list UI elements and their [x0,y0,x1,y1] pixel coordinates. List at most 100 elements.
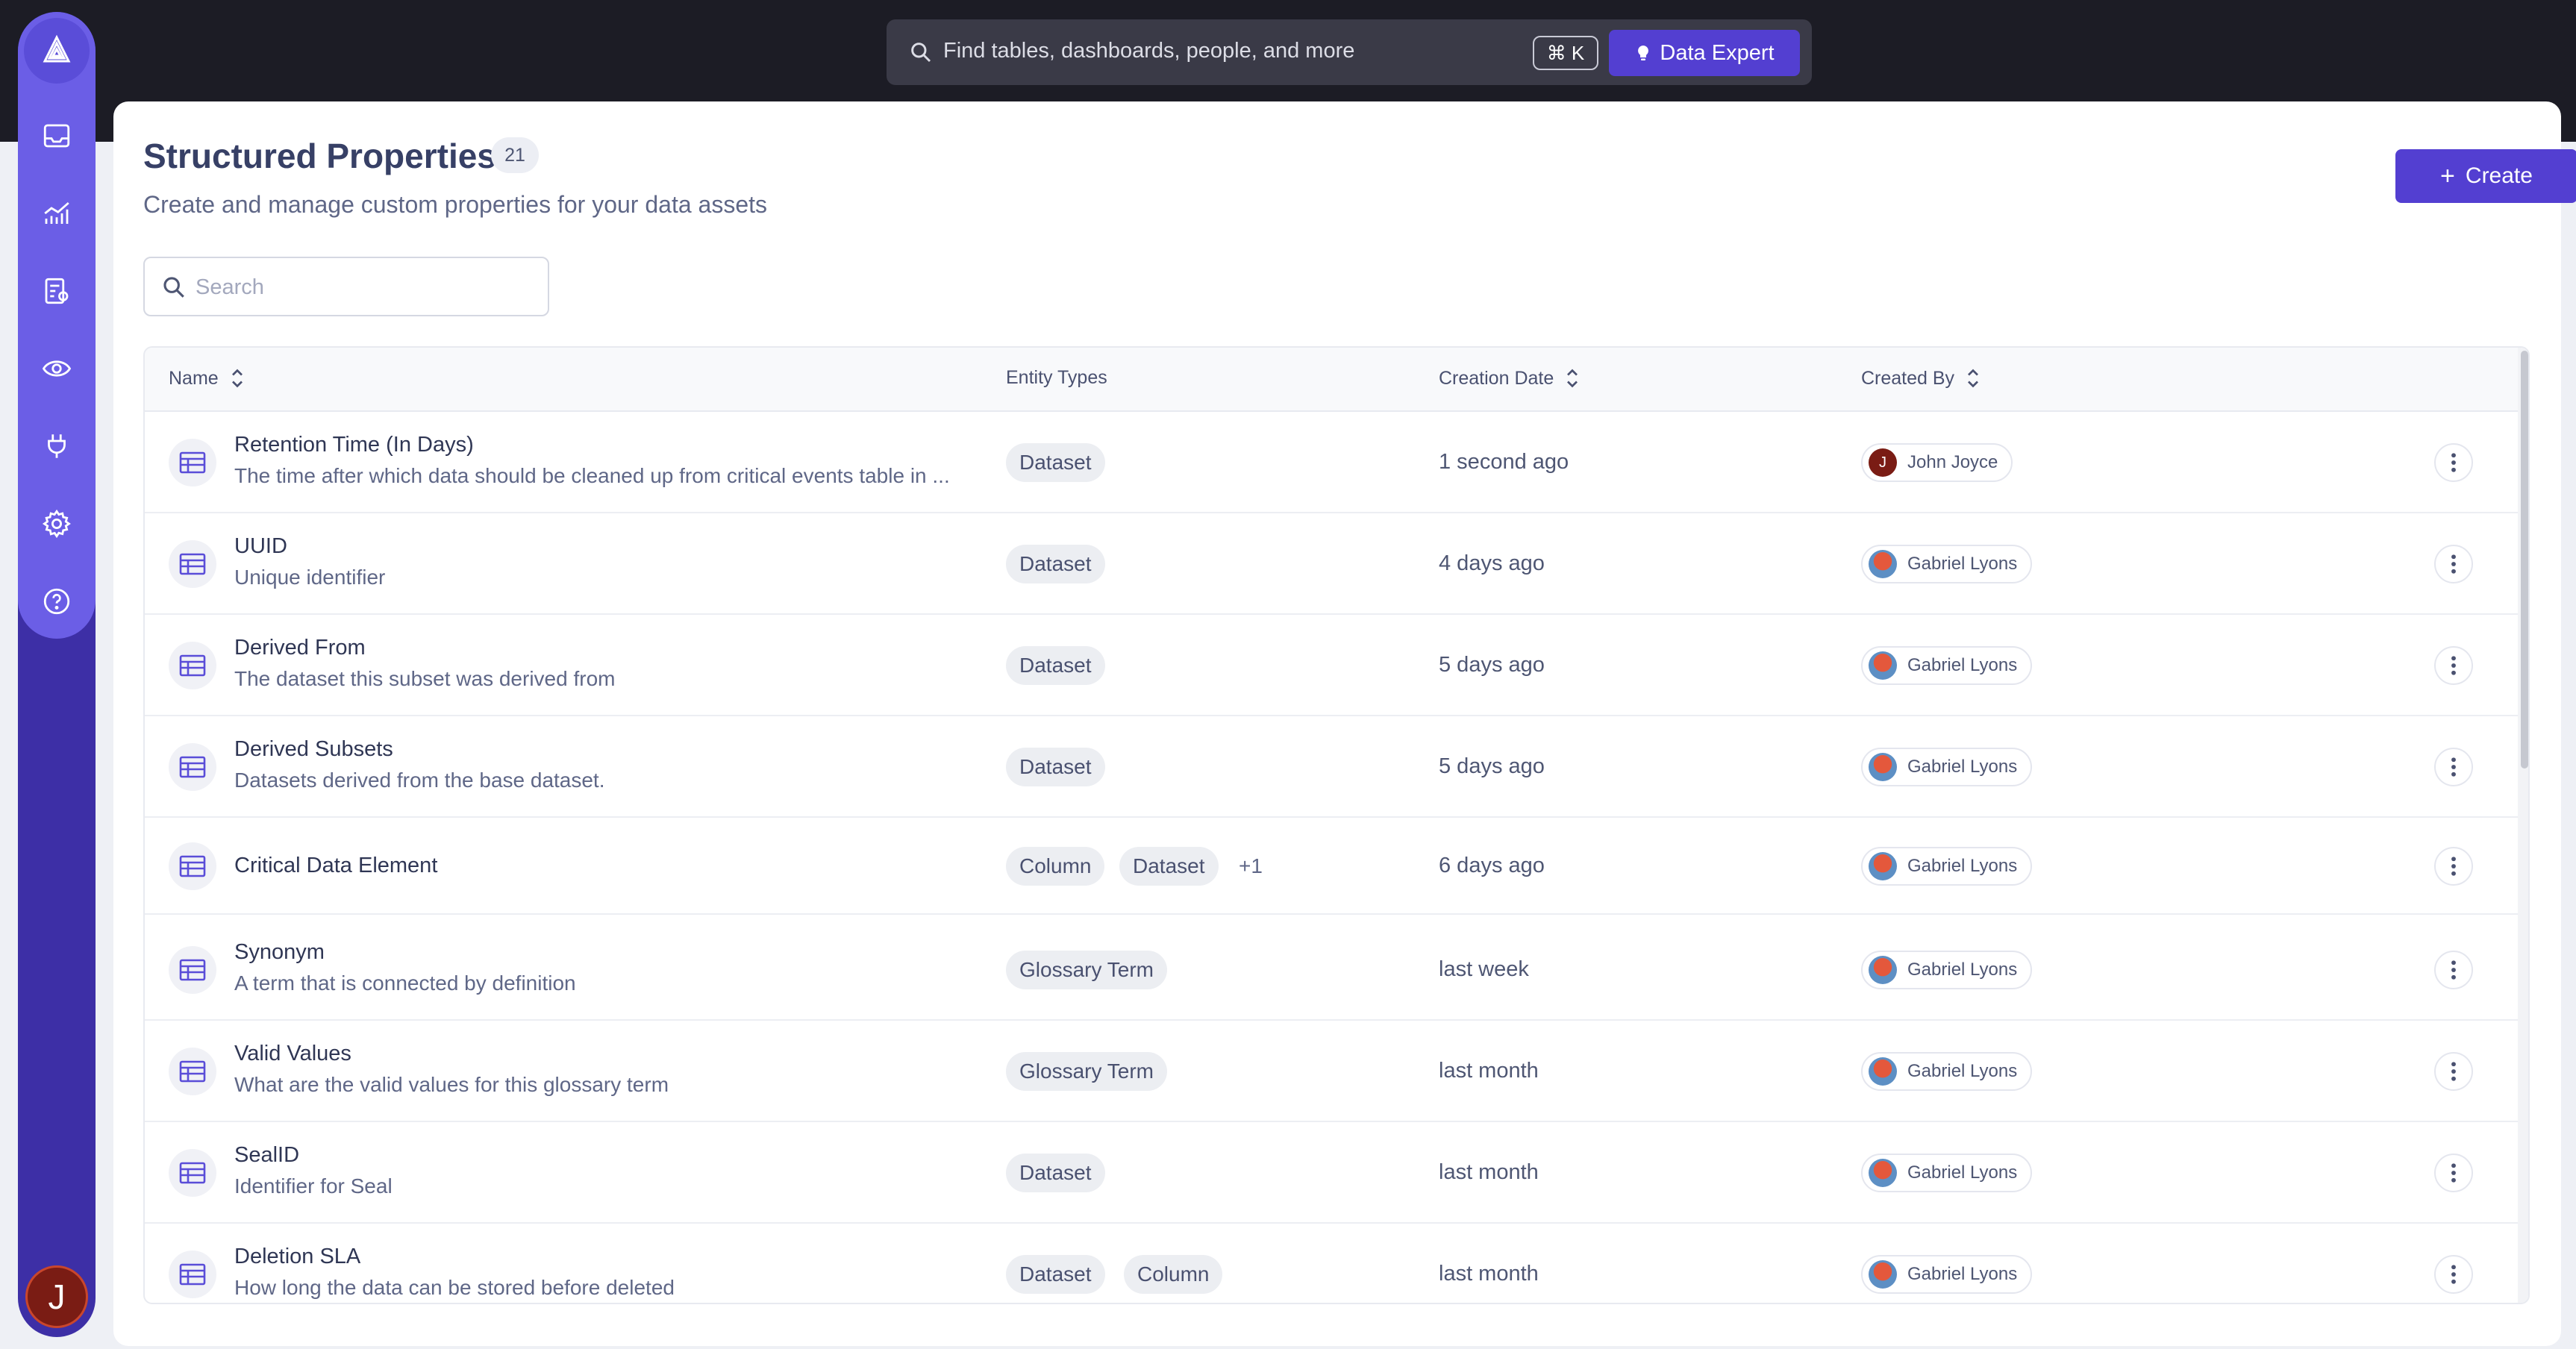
column-header-creation-date[interactable]: Creation Date [1439,367,1581,389]
table-row[interactable]: A term that is connected by definition Sy… [145,919,2518,1021]
user-avatar [1869,1260,1897,1289]
global-search-bar[interactable]: Find tables, dashboards, people, and mor… [887,19,1812,85]
observe-eye-icon[interactable] [33,345,81,392]
table-row[interactable]: Critical Data Element Column Dataset +1 6 da… [145,818,2518,915]
entity-type-chip: Glossary Term [1006,951,1167,989]
analytics-chart-icon[interactable] [33,190,81,237]
ingestion-plug-icon[interactable] [33,422,81,470]
created-by-user[interactable]: Gabriel Lyons [1861,545,2033,583]
property-name[interactable]: Deletion SLA [234,1245,360,1269]
property-description: What are the valid values for this gloss… [234,1073,669,1096]
more-actions-icon[interactable] [2434,1154,2473,1192]
creation-date: 5 days ago [1439,653,1545,677]
table-property-icon [169,743,216,791]
created-by-user[interactable]: Gabriel Lyons [1861,748,2033,786]
property-name[interactable]: Derived From [234,636,366,660]
creation-date: last month [1439,1059,1539,1083]
sort-icon[interactable] [1965,367,1981,389]
sort-icon[interactable] [229,367,246,389]
property-name[interactable]: SealID [234,1143,299,1168]
create-label: Create [2465,163,2533,188]
user-avatar [1869,753,1897,781]
table-scrollbar[interactable] [2518,348,2528,1303]
search-input-wrapper[interactable] [143,257,549,316]
governance-icon[interactable] [33,267,81,315]
table-row[interactable]: Identifier for Seal SealID Dataset last mon… [145,1122,2518,1224]
more-actions-icon[interactable] [2434,443,2473,482]
user-name: Gabriel Lyons [1907,1061,2018,1081]
property-name[interactable]: Critical Data Element [234,854,437,878]
creation-date: 6 days ago [1439,854,1545,877]
inbox-icon[interactable] [33,112,81,160]
global-search-placeholder[interactable]: Find tables, dashboards, people, and mor… [943,39,1354,63]
creation-date: 1 second ago [1439,450,1569,474]
data-expert-label: Data Expert [1660,40,1775,65]
entity-type-chip: Dataset [1006,545,1105,583]
user-avatar [1869,852,1897,880]
more-actions-icon[interactable] [2434,951,2473,989]
table-property-icon [169,1149,216,1197]
settings-gear-icon[interactable] [33,500,81,548]
created-by-user[interactable]: Gabriel Lyons [1861,847,2033,886]
scrollbar-thumb[interactable] [2521,351,2528,769]
column-header-name[interactable]: Name [169,367,246,389]
entity-type-chip: Dataset [1119,847,1219,886]
created-by-user[interactable]: Gabriel Lyons [1861,1255,2033,1294]
created-by-user[interactable]: J John Joyce [1861,443,2013,482]
table-row[interactable]: How long the data can be stored before d… [145,1224,2518,1303]
help-icon[interactable] [33,578,81,625]
user-avatar [1869,1057,1897,1086]
column-name-label: Name [169,367,219,389]
table-row[interactable]: The time after which data should be clea… [145,412,2518,513]
more-actions-icon[interactable] [2434,646,2473,685]
property-description: Datasets derived from the base dataset. [234,769,605,792]
property-name[interactable]: Valid Values [234,1042,351,1066]
table-row[interactable]: Unique identifier UUID Dataset 4 days ago Ga… [145,513,2518,615]
property-name[interactable]: Retention Time (In Days) [234,433,474,457]
property-count-badge: 21 [491,137,539,173]
column-header-created-by[interactable]: Created By [1861,367,1981,389]
entity-types-more[interactable]: +1 [1239,854,1263,878]
table-row[interactable]: Datasets derived from the base dataset. D… [145,716,2518,818]
creation-date: last week [1439,957,1529,981]
property-description: Unique identifier [234,566,386,589]
entity-type-chip: Dataset [1006,748,1105,786]
created-by-user[interactable]: Gabriel Lyons [1861,951,2033,989]
user-avatar [1869,651,1897,680]
datahub-logo-icon[interactable] [24,18,90,84]
more-actions-icon[interactable] [2434,1255,2473,1294]
sort-icon[interactable] [1564,367,1581,389]
table-row[interactable]: What are the valid values for this gloss… [145,1021,2518,1122]
search-input[interactable] [196,273,524,301]
property-name[interactable]: Synonym [234,940,325,965]
data-expert-button[interactable]: Data Expert [1609,30,1800,76]
user-avatar[interactable]: J [25,1265,88,1328]
created-by-user[interactable]: Gabriel Lyons [1861,646,2033,685]
creation-date: last month [1439,1160,1539,1184]
create-button[interactable]: + Create [2395,149,2576,203]
user-name: John Joyce [1907,452,1998,472]
more-actions-icon[interactable] [2434,748,2473,786]
search-icon [163,277,184,298]
more-actions-icon[interactable] [2434,847,2473,886]
created-by-user[interactable]: Gabriel Lyons [1861,1052,2033,1091]
keyboard-shortcut-badge: ⌘ K [1533,36,1598,70]
property-name[interactable]: Derived Subsets [234,737,393,762]
created-by-user[interactable]: Gabriel Lyons [1861,1154,2033,1192]
entity-type-chip: Dataset [1006,1154,1105,1192]
table-row[interactable]: The dataset this subset was derived from… [145,615,2518,716]
user-name: Gabriel Lyons [1907,856,2018,876]
plus-icon: + [2440,162,2455,190]
user-avatar [1869,1159,1897,1187]
lightbulb-icon [1638,46,1649,60]
table-property-icon [169,540,216,588]
more-actions-icon[interactable] [2434,1052,2473,1091]
user-name: Gabriel Lyons [1907,1162,2018,1183]
entity-type-chip: Dataset [1006,646,1105,685]
more-actions-icon[interactable] [2434,545,2473,583]
column-header-entity-types: Entity Types [1006,367,1107,389]
property-name[interactable]: UUID [234,534,287,559]
property-description: Identifier for Seal [234,1174,393,1198]
property-description: The time after which data should be clea… [234,464,950,487]
user-name: Gabriel Lyons [1907,960,2018,980]
